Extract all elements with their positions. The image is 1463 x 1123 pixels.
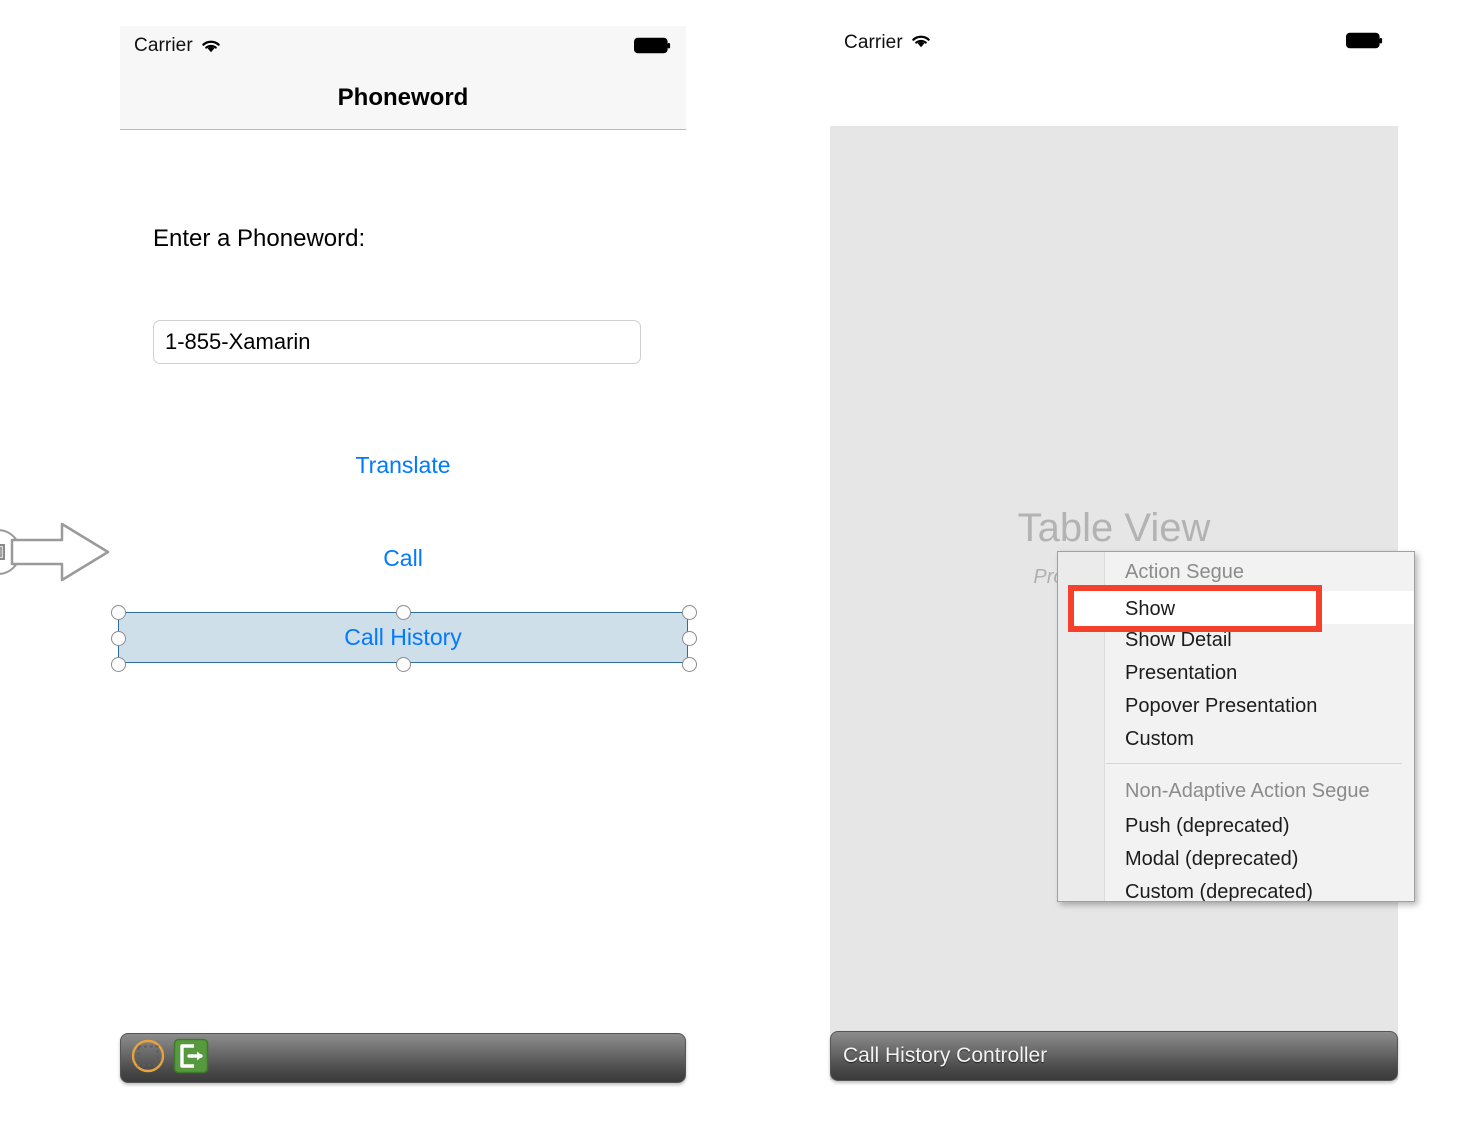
- menu-item-popover-presentation[interactable]: Popover Presentation: [1106, 690, 1414, 723]
- phoneword-input[interactable]: 1-855-Xamarin: [153, 320, 641, 364]
- selection-handle-top-left[interactable]: [111, 605, 126, 620]
- wifi-icon: [910, 32, 932, 50]
- menu-item-custom-deprecated[interactable]: Custom (deprecated): [1106, 876, 1414, 902]
- menu-item-show-highlight-fill: [1074, 591, 1316, 626]
- storyboard-canvas: Carrier Phoneword Enter a Phoneword: 1-8…: [0, 0, 1463, 1123]
- selection-handle-middle-right[interactable]: [682, 631, 697, 646]
- call-button[interactable]: Call: [120, 545, 686, 572]
- battery-icon: [1346, 32, 1384, 50]
- left-nav-bar: Phoneword: [120, 66, 686, 130]
- selection-handle-middle-left[interactable]: [111, 631, 126, 646]
- right-status-bar: Carrier: [830, 23, 1398, 126]
- left-scene-dock[interactable]: [120, 1033, 686, 1083]
- translate-button[interactable]: Translate: [120, 452, 686, 479]
- selection-handle-top-center[interactable]: [396, 605, 411, 620]
- menu-item-modal-deprecated[interactable]: Modal (deprecated): [1106, 843, 1414, 876]
- scene-title-label: Call History Controller: [843, 1044, 1048, 1067]
- selection-handle-top-right[interactable]: [682, 605, 697, 620]
- left-status-bar: Carrier: [120, 26, 686, 66]
- scene-phoneword-controller[interactable]: Carrier Phoneword Enter a Phoneword: 1-8…: [120, 26, 686, 1082]
- selection-handle-bottom-center[interactable]: [396, 657, 411, 672]
- menu-item-push-deprecated[interactable]: Push (deprecated): [1106, 810, 1414, 843]
- selection-handle-bottom-left[interactable]: [111, 657, 126, 672]
- page-title: Phoneword: [337, 83, 469, 111]
- selection-handle-bottom-right[interactable]: [682, 657, 697, 672]
- battery-icon: [634, 37, 672, 55]
- menu-item-show-detail[interactable]: Show Detail: [1106, 624, 1414, 657]
- carrier-label: Carrier: [134, 35, 193, 56]
- view-controller-icon[interactable]: [130, 1038, 166, 1079]
- menu-item-custom[interactable]: Custom: [1106, 723, 1414, 756]
- left-scene-body: Enter a Phoneword: 1-855-Xamarin Transla…: [120, 130, 686, 1050]
- menu-item-show-label[interactable]: Show: [1125, 598, 1175, 621]
- right-scene-dock[interactable]: Call History Controller: [830, 1031, 1398, 1081]
- menu-section-header-non-adaptive-action-segue: Non-Adaptive Action Segue: [1125, 780, 1370, 802]
- phoneword-prompt-label: Enter a Phoneword:: [153, 225, 366, 252]
- menu-separator: [1106, 763, 1402, 764]
- menu-section-header-action-segue: Action Segue: [1125, 561, 1244, 583]
- storyboard-entry-point-arrow: [0, 512, 120, 592]
- carrier-label: Carrier: [844, 32, 903, 53]
- table-view-title: Table View: [1017, 506, 1211, 550]
- menu-item-presentation[interactable]: Presentation: [1106, 657, 1414, 690]
- exit-segue-icon[interactable]: [173, 1038, 209, 1079]
- wifi-icon: [200, 37, 222, 55]
